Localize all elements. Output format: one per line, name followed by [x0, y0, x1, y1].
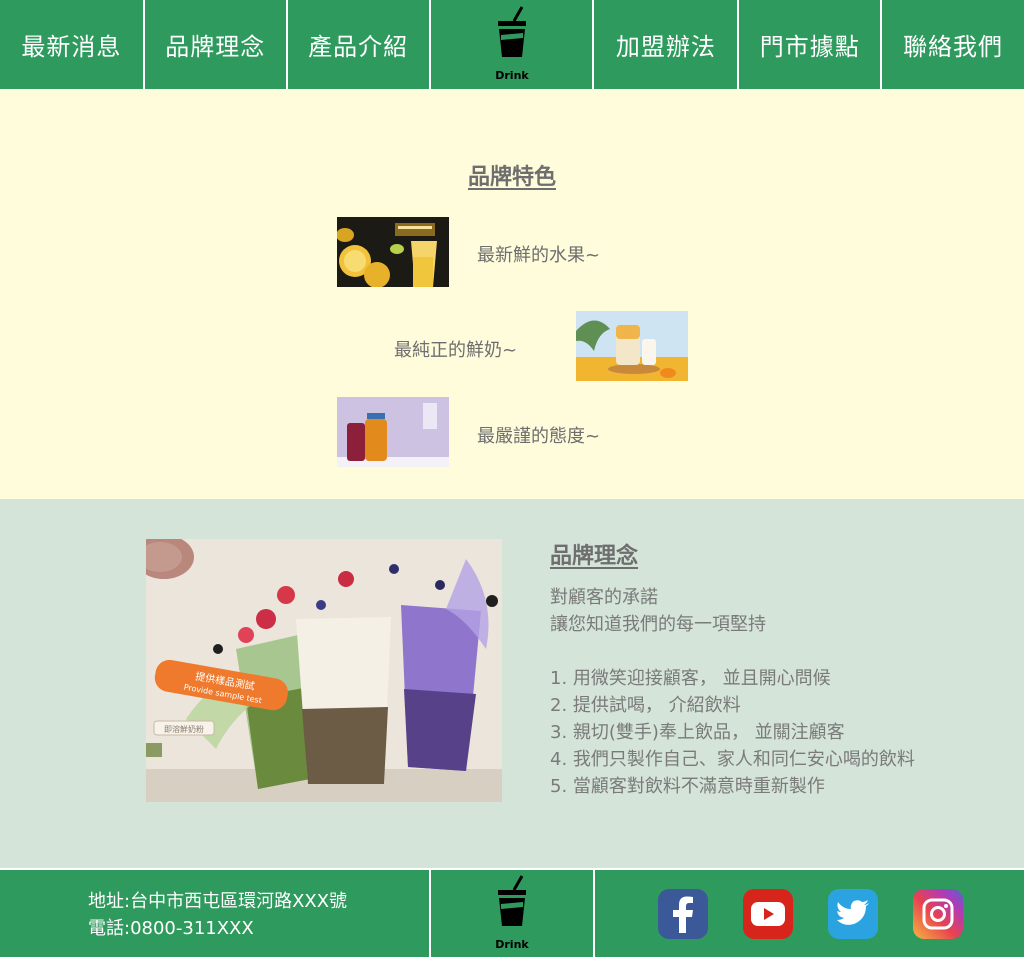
- svg-text:Drink: Drink: [495, 938, 529, 951]
- concept-intro-line: 讓您知道我們的每一項堅持: [550, 614, 766, 635]
- nav-contact[interactable]: 聯絡我們: [880, 0, 1024, 89]
- svg-text:即溶鮮奶粉: 即溶鮮奶粉: [164, 724, 204, 734]
- nav-stores[interactable]: 門市據點: [737, 0, 880, 89]
- youtube-icon[interactable]: [743, 888, 793, 939]
- concept-intro-line: 對顧客的承諾: [550, 587, 658, 608]
- milk-tea-image: [576, 311, 688, 381]
- brand-concept-text: 品牌理念 對顧客的承諾 讓您知道我們的每一項堅持 1. 用微笑迎接顧客， 並且開…: [550, 543, 915, 800]
- drink-logo[interactable]: Drink: [428, 0, 595, 89]
- instagram-icon[interactable]: [913, 888, 963, 939]
- feature-text-fruit: 最新鮮的水果~: [477, 245, 601, 266]
- nav-latest-news[interactable]: 最新消息: [0, 0, 143, 89]
- social-links: [595, 870, 1024, 957]
- bubble-tea-banner-image: 提供樣品測試 Provide sample test 即溶鮮奶粉: [146, 539, 502, 802]
- list-item: 5. 當顧客對飲料不滿意時重新製作: [550, 776, 825, 797]
- brand-concept-section: 提供樣品測試 Provide sample test 即溶鮮奶粉 品牌理念 對顧…: [0, 499, 1024, 868]
- concept-list: 1. 用微笑迎接顧客， 並且開心問候 2. 提供試喝， 介紹飲料 3. 親切(雙…: [550, 665, 915, 800]
- footer-drink-logo[interactable]: Drink: [429, 870, 595, 957]
- footer-address: 地址:台中市西屯區環河路XXX號: [88, 891, 348, 912]
- facebook-icon[interactable]: [658, 888, 708, 939]
- list-item: 1. 用微笑迎接顧客， 並且開心問候: [550, 668, 831, 689]
- twitter-icon[interactable]: [828, 888, 878, 939]
- top-nav: 最新消息 品牌理念 產品介紹 Drink 加盟辦法 門市據點 聯絡我們: [0, 0, 1024, 89]
- drink-cup-icon: Drink: [495, 5, 529, 82]
- list-item: 4. 我們只製作自己、家人和同仁安心喝的飲料: [550, 749, 915, 770]
- nav-products[interactable]: 產品介紹: [285, 0, 429, 89]
- footer-phone: 電話:0800-311XXX: [88, 918, 254, 939]
- lemon-drink-image: [337, 217, 449, 287]
- nav-brand-concept[interactable]: 品牌理念: [142, 0, 286, 89]
- feature-text-milk: 最純正的鮮奶~: [394, 340, 518, 361]
- footer-contact-info: 地址:台中市西屯區環河路XXX號 電話:0800-311XXX: [0, 870, 429, 957]
- svg-text:Drink: Drink: [495, 69, 529, 82]
- brand-features-section: 品牌特色 最新鮮的水果~ 最純正的鮮奶~ 最嚴謹的態度~: [0, 89, 1024, 499]
- footer: 地址:台中市西屯區環河路XXX號 電話:0800-311XXX Drink: [0, 868, 1024, 957]
- drink-cup-icon: Drink: [495, 874, 529, 951]
- juice-jars-image: [337, 397, 449, 467]
- feature-text-attitude: 最嚴謹的態度~: [477, 426, 601, 447]
- features-title: 品牌特色: [467, 165, 556, 190]
- list-item: 3. 親切(雙手)奉上飲品， 並關注顧客: [550, 722, 845, 743]
- list-item: 2. 提供試喝， 介紹飲料: [550, 695, 741, 716]
- nav-franchise[interactable]: 加盟辦法: [594, 0, 737, 89]
- concept-title: 品牌理念: [550, 544, 639, 569]
